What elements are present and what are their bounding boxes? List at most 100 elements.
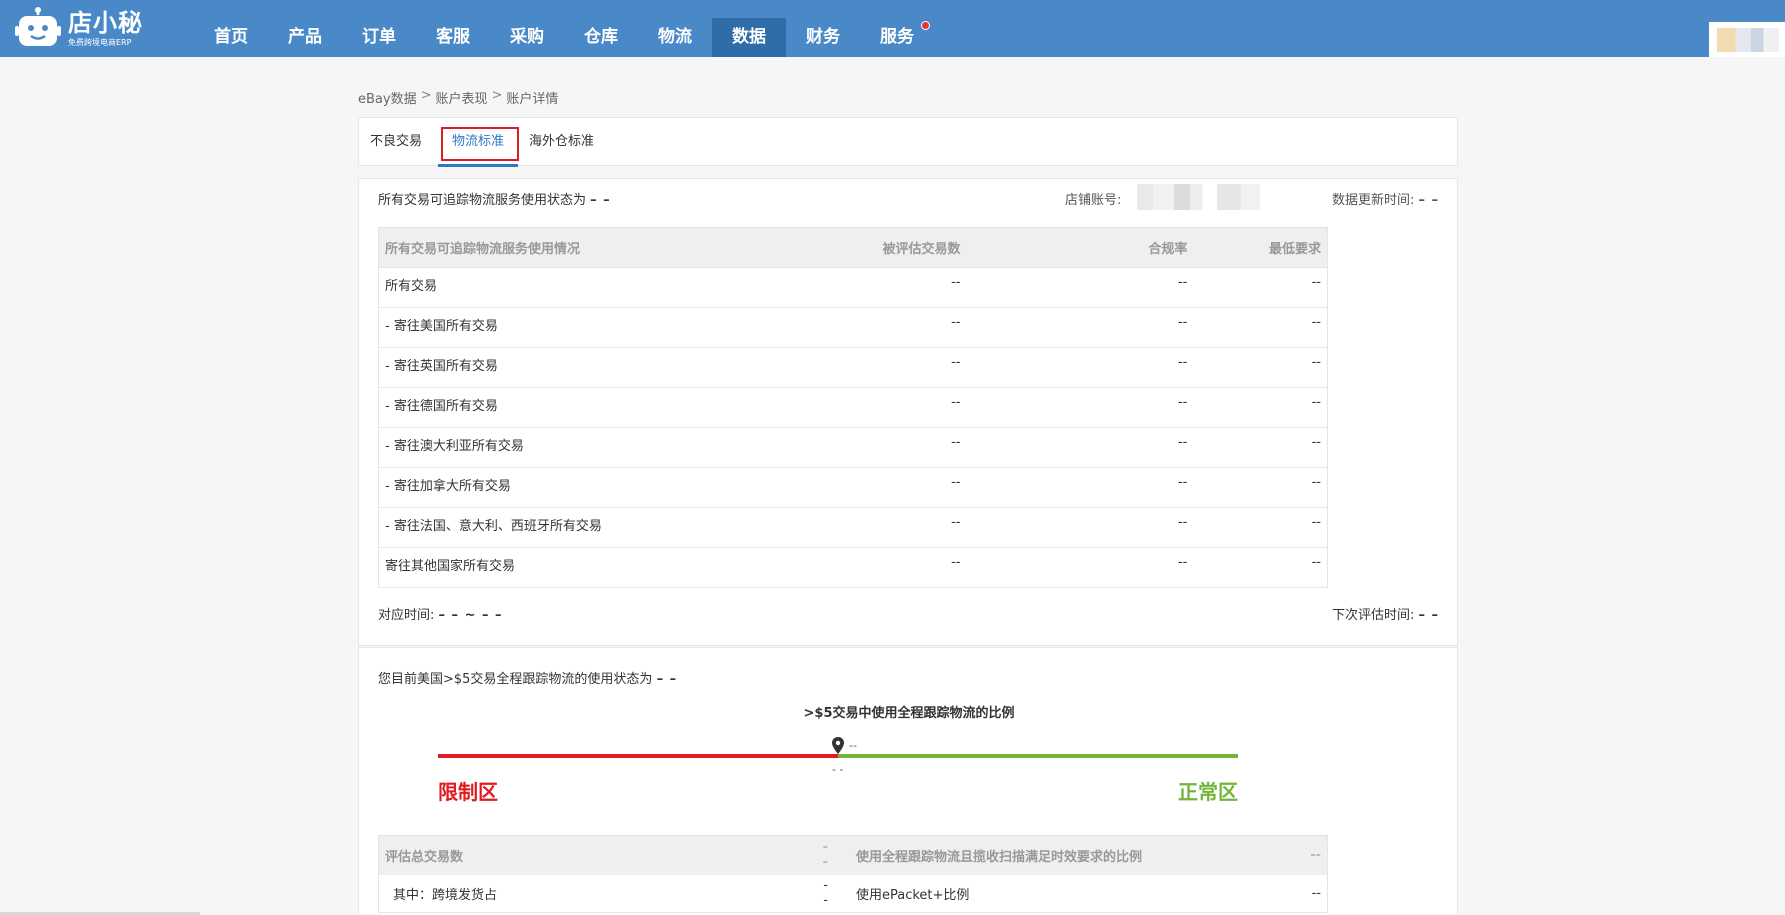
breadcrumb: eBay数据 > 账户表现 > 账户详情 [358,88,558,107]
row-name: 所有交易 [378,267,833,308]
row-name: - 寄往澳大利亚所有交易 [378,427,833,468]
table-row: 所有交易 -- -- -- [378,267,1329,308]
avatar [1717,28,1779,52]
row-compliance-rate: -- [966,387,1194,428]
tab-overseas-warehouse[interactable]: 海外仓标准 [529,118,594,167]
row-compliance-rate: -- [966,347,1194,388]
table-row: - 寄往英国所有交易 -- -- -- [378,347,1329,388]
table-row: - 寄往法国、意大利、西班牙所有交易 -- -- -- [378,507,1329,548]
cross-border-label: 其中：跨境发货占 [377,874,814,913]
row-min-requirement: -- [1193,427,1329,468]
store-account-blurred [1129,184,1289,210]
column-header-min-requirement: 最低要求 [1193,227,1329,268]
table-header-row: 评估总交易数 -- 使用全程跟踪物流且揽收扫描满足时效要求的比例 -- [377,835,1328,875]
row-name: - 寄往英国所有交易 [378,347,833,388]
nav-item-customer-service[interactable]: 客服 [416,18,490,57]
next-evaluation-label: 下次评估时间: [1331,608,1415,623]
data-update-label: 数据更新时间: [1331,193,1415,208]
row-evaluated-count: -- [832,307,967,348]
main-nav: 首页 产品 订单 客服 采购 仓库 物流 数据 财务 服务 [194,18,934,57]
normal-zone-label: 正常区 [1178,780,1238,804]
breadcrumb-item-account-details: 账户详情 [506,92,559,107]
tab-bar: 不良交易 物流标准 海外仓标准 [358,117,1458,167]
header-tracked-ratio: 使用全程跟踪物流且揽收扫描满足时效要求的比例 [833,835,1288,875]
row-compliance-rate: -- [966,547,1194,588]
logo[interactable]: 店小秘 免费跨境电商ERP [14,6,143,52]
period: 对应时间: – – ~ – – [378,604,503,623]
table-row: - 寄往澳大利亚所有交易 -- -- -- [378,427,1329,468]
row-compliance-rate: -- [966,507,1194,548]
us-tracking-status-line: 您目前美国>$5交易全程跟踪物流的使用状态为 – – [378,668,677,687]
tab-logistics-standard[interactable]: 物流标准 [438,118,519,167]
row-min-requirement: -- [1193,347,1329,388]
nav-item-finance[interactable]: 财务 [786,18,860,57]
header-tracked-ratio-value: -- [1287,835,1328,875]
next-evaluation: 下次评估时间: – – [1332,604,1439,623]
nav-item-purchasing[interactable]: 采购 [490,18,564,57]
table-row: 寄往其他国家所有交易 -- -- -- [378,547,1329,588]
robot-logo-icon [14,7,62,51]
nav-item-orders[interactable]: 订单 [342,18,416,57]
pin-value: -- [849,739,857,752]
notification-dot-icon [921,21,930,30]
row-compliance-rate: -- [966,267,1194,308]
table-row: 其中：跨境发货占 -- 使用ePacket+比例 -- [377,874,1328,913]
nav-item-products[interactable]: 产品 [268,18,342,57]
row-min-requirement: -- [1193,387,1329,428]
us-tracking-table: 评估总交易数 -- 使用全程跟踪物流且揽收扫描满足时效要求的比例 -- 其中：跨… [377,835,1328,913]
data-update-value: – – [1418,193,1439,208]
top-navbar: 店小秘 免费跨境电商ERP 首页 产品 订单 客服 采购 仓库 物流 数据 财务… [0,0,1785,57]
row-min-requirement: -- [1193,267,1329,308]
row-compliance-rate: -- [966,307,1194,348]
row-compliance-rate: -- [966,427,1194,468]
tracking-usage-table: 所有交易可追踪物流服务使用情况 被评估交易数 合规率 最低要求 所有交易 -- --… [378,227,1329,588]
period-value: – – ~ – – [438,608,503,623]
column-header-evaluated-count: 被评估交易数 [832,227,967,268]
column-header-usage: 所有交易可追踪物流服务使用情况 [378,227,833,268]
row-name: - 寄往法国、意大利、西班牙所有交易 [378,507,833,548]
next-evaluation-value: – – [1418,608,1439,623]
row-compliance-rate: -- [966,467,1194,508]
column-header-compliance-rate: 合规率 [966,227,1194,268]
nav-item-services[interactable]: 服务 [860,18,934,57]
header-total-evaluated-value: -- [813,835,834,875]
location-pin-icon [831,737,845,755]
tab-highlight-box [441,127,519,161]
tab-bad-transactions[interactable]: 不良交易 [370,118,422,167]
row-name: - 寄往加拿大所有交易 [378,467,833,508]
logo-subtitle: 免费跨境电商ERP [68,38,132,47]
restricted-zone-bar [438,754,838,758]
row-name: - 寄往德国所有交易 [378,387,833,428]
progress-title: >$5交易中使用全程跟踪物流的比例 [803,706,1015,721]
row-evaluated-count: -- [832,427,967,468]
breadcrumb-item-ebay-data[interactable]: eBay数据 [358,88,417,107]
us-tracking-card: 您目前美国>$5交易全程跟踪物流的使用状态为 – – >$5交易中使用全程跟踪物… [358,647,1458,915]
nav-item-data[interactable]: 数据 [712,18,786,57]
user-menu[interactable] [1709,22,1785,57]
nav-item-warehouse[interactable]: 仓库 [564,18,638,57]
period-label: 对应时间: [378,608,435,623]
breadcrumb-item-account-performance[interactable]: 账户表现 [435,88,487,107]
row-evaluated-count: -- [832,387,967,428]
row-name: - 寄往美国所有交易 [378,307,833,348]
row-evaluated-count: -- [832,347,967,388]
row-min-requirement: -- [1193,307,1329,348]
restricted-zone-label: 限制区 [438,780,498,804]
logo-title: 店小秘 [68,9,143,37]
cross-border-value: -- [813,874,834,913]
nav-item-logistics[interactable]: 物流 [638,18,712,57]
table-row: - 寄往美国所有交易 -- -- -- [378,307,1329,348]
table-header-row: 所有交易可追踪物流服务使用情况 被评估交易数 合规率 最低要求 [378,227,1329,268]
us-tracking-status-value: – – [656,672,678,687]
data-update-time: 数据更新时间: – – [1332,189,1439,208]
nav-item-services-label: 服务 [880,27,914,47]
nav-item-home[interactable]: 首页 [194,18,268,57]
normal-zone-bar [838,754,1238,758]
store-account-label: 店铺账号: [1065,193,1122,208]
table-row: - 寄往德国所有交易 -- -- -- [378,387,1329,428]
tracking-status-text: 所有交易可追踪物流服务使用状态为 [378,193,587,208]
tracking-status-line: 所有交易可追踪物流服务使用状态为 – – [378,189,611,208]
threshold-value: - - [832,763,844,776]
row-evaluated-count: -- [832,507,967,548]
epacket-ratio-value: -- [1287,874,1328,913]
